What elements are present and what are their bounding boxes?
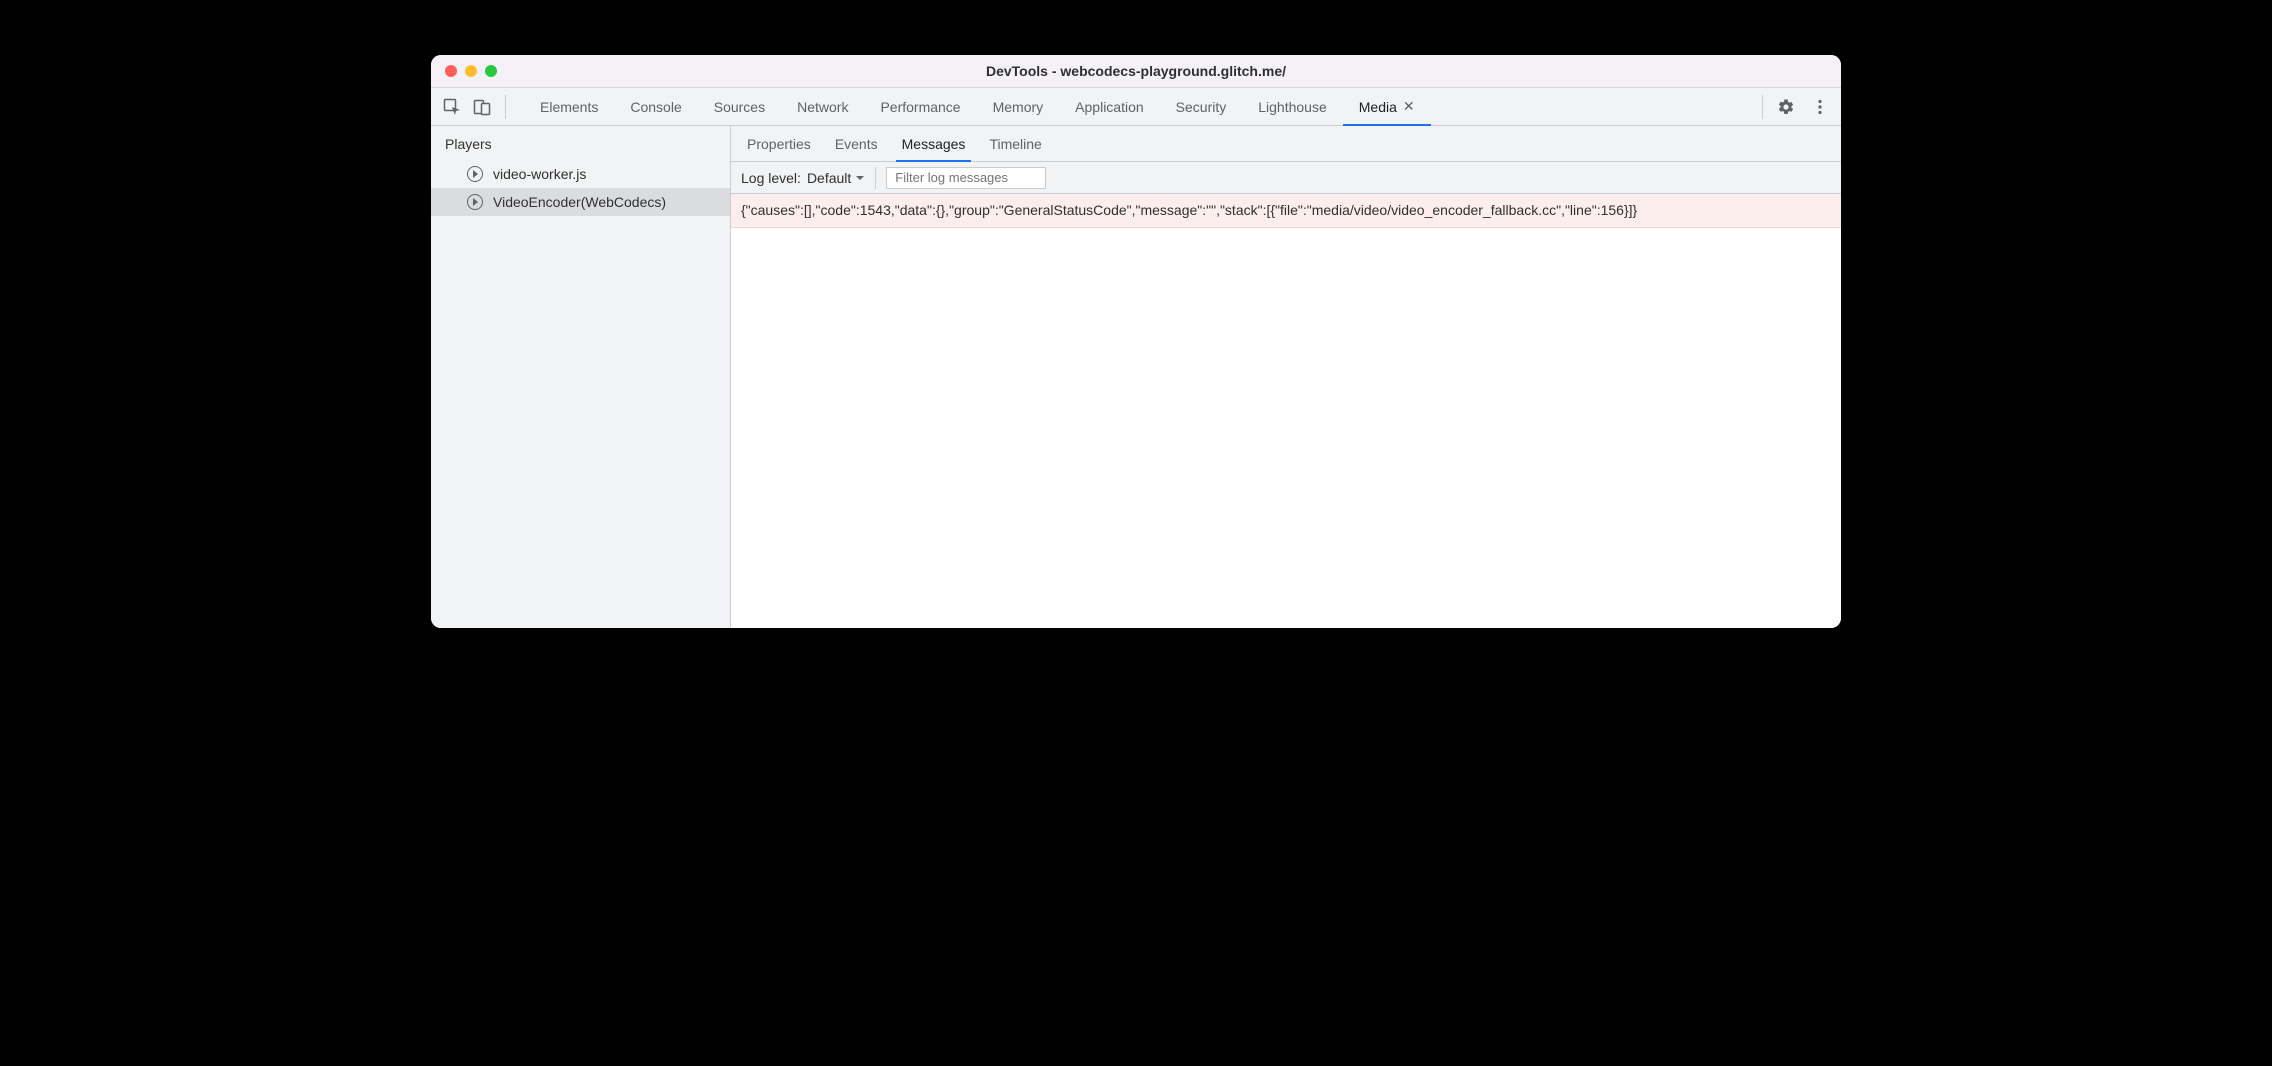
- more-menu-icon[interactable]: [1809, 96, 1831, 118]
- window-close-button[interactable]: [445, 65, 457, 77]
- play-icon: [467, 166, 483, 182]
- media-subtabs: PropertiesEventsMessagesTimeline: [731, 126, 1841, 162]
- panel-tab-memory[interactable]: Memory: [977, 88, 1060, 125]
- filter-log-input[interactable]: [886, 167, 1046, 189]
- tab-label: Elements: [540, 99, 598, 115]
- window-maximize-button[interactable]: [485, 65, 497, 77]
- window-minimize-button[interactable]: [465, 65, 477, 77]
- log-level-label: Log level:: [741, 170, 801, 186]
- devtools-panel-tabs: Elements Console Sources Network Performance…: [524, 88, 1762, 125]
- panel-tab-performance[interactable]: Performance: [864, 88, 976, 125]
- tab-label: Application: [1075, 99, 1144, 115]
- chevron-down-icon: [855, 173, 865, 183]
- panel-tab-elements[interactable]: Elements: [524, 88, 614, 125]
- sidebar-header: Players: [431, 126, 730, 160]
- log-level-control: Log level: Default: [741, 167, 876, 189]
- tab-label: Media: [1359, 99, 1397, 115]
- tab-label: Memory: [993, 99, 1044, 115]
- panel-tab-media[interactable]: Media ✕: [1343, 88, 1431, 125]
- subtab-timeline[interactable]: Timeline: [977, 126, 1053, 161]
- tab-label: Security: [1176, 99, 1227, 115]
- log-message-row[interactable]: {"causes":[],"code":1543,"data":{},"grou…: [731, 194, 1841, 228]
- log-level-value: Default: [807, 170, 851, 186]
- settings-gear-icon[interactable]: [1775, 96, 1797, 118]
- tab-label: Lighthouse: [1258, 99, 1327, 115]
- subtab-properties[interactable]: Properties: [735, 126, 823, 161]
- log-level-dropdown[interactable]: Default: [807, 170, 865, 186]
- tab-label: Sources: [714, 99, 765, 115]
- window-title: DevTools - webcodecs-playground.glitch.m…: [986, 63, 1286, 79]
- inspect-element-icon[interactable]: [441, 96, 463, 118]
- media-main-panel: PropertiesEventsMessagesTimeline Log lev…: [731, 126, 1841, 628]
- devtools-body: Players video-worker.js VideoEncoder(WebC…: [431, 126, 1841, 628]
- window-titlebar: DevTools - webcodecs-playground.glitch.m…: [431, 55, 1841, 88]
- subtab-messages[interactable]: Messages: [890, 126, 978, 161]
- player-label: VideoEncoder(WebCodecs): [493, 194, 666, 210]
- panel-tab-console[interactable]: Console: [614, 88, 697, 125]
- panel-tab-network[interactable]: Network: [781, 88, 864, 125]
- panel-tab-lighthouse[interactable]: Lighthouse: [1242, 88, 1343, 125]
- tab-label: Performance: [880, 99, 960, 115]
- play-icon: [467, 194, 483, 210]
- toolbar-left-group: [441, 95, 506, 119]
- player-item[interactable]: video-worker.js: [431, 160, 730, 188]
- devtools-window: DevTools - webcodecs-playground.glitch.m…: [431, 55, 1841, 628]
- subtab-events[interactable]: Events: [823, 126, 890, 161]
- players-list: video-worker.js VideoEncoder(WebCodecs): [431, 160, 730, 216]
- media-sidebar: Players video-worker.js VideoEncoder(WebC…: [431, 126, 731, 628]
- devtools-toolbar: Elements Console Sources Network Performance…: [431, 88, 1841, 126]
- tab-label: Console: [630, 99, 681, 115]
- device-toolbar-icon[interactable]: [471, 96, 493, 118]
- panel-tab-security[interactable]: Security: [1160, 88, 1243, 125]
- panel-tab-application[interactable]: Application: [1059, 88, 1160, 125]
- messages-filterbar: Log level: Default: [731, 162, 1841, 194]
- toolbar-right-group: [1762, 95, 1831, 119]
- messages-content: {"causes":[],"code":1543,"data":{},"grou…: [731, 194, 1841, 628]
- panel-tab-sources[interactable]: Sources: [698, 88, 781, 125]
- tab-label: Network: [797, 99, 848, 115]
- traffic-lights: [445, 65, 497, 77]
- close-icon[interactable]: ✕: [1403, 98, 1415, 115]
- player-label: video-worker.js: [493, 166, 586, 182]
- player-item[interactable]: VideoEncoder(WebCodecs): [431, 188, 730, 216]
